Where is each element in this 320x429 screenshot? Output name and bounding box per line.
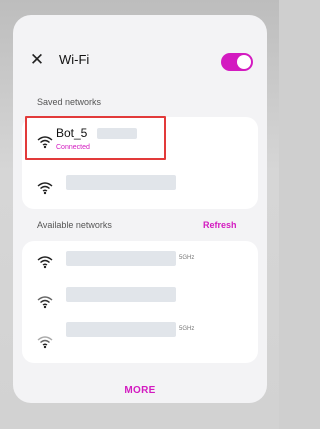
network-band: 5GHz xyxy=(179,326,195,332)
refresh-button[interactable]: Refresh xyxy=(203,220,237,230)
redaction-mask xyxy=(66,322,176,337)
wifi-toggle[interactable] xyxy=(221,53,253,71)
redaction-mask xyxy=(66,175,176,190)
wifi-icon xyxy=(37,182,53,195)
highlight-box xyxy=(25,116,166,160)
network-band: 5GHz xyxy=(179,255,195,261)
wifi-header: ✕ Wi-Fi xyxy=(13,15,267,95)
toggle-knob xyxy=(237,55,251,69)
available-networks-label: Available networks xyxy=(37,220,112,230)
wifi-icon xyxy=(37,336,53,349)
wifi-panel: ✕ Wi-Fi Saved networks Bot_5 Connected A… xyxy=(13,15,267,403)
close-icon[interactable]: ✕ xyxy=(29,51,45,68)
redaction-mask xyxy=(66,251,176,266)
wifi-icon xyxy=(37,256,53,269)
more-button[interactable]: MORE xyxy=(13,385,267,396)
wifi-icon xyxy=(37,296,53,309)
page-title: Wi-Fi xyxy=(59,52,90,67)
redaction-mask xyxy=(66,287,176,302)
saved-networks-label: Saved networks xyxy=(37,97,102,107)
